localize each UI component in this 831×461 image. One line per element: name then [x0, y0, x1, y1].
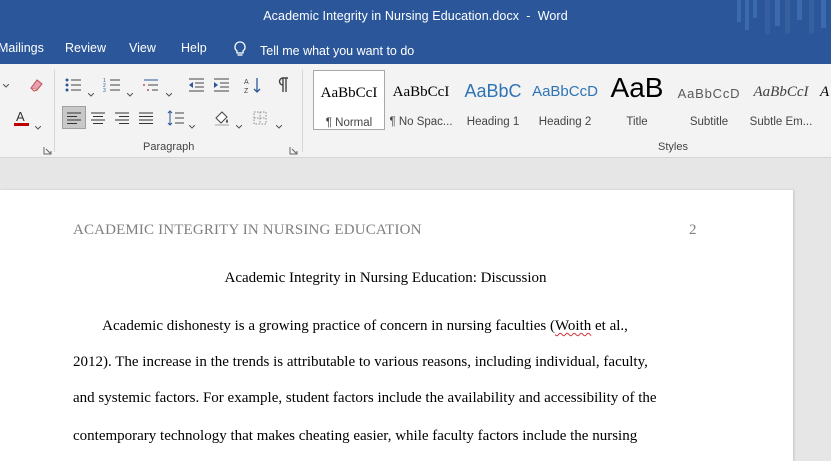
style-name: ¶ Normal	[325, 117, 373, 129]
numbering-caret[interactable]	[126, 84, 134, 97]
align-left-button[interactable]	[62, 106, 86, 129]
style-sample: AaBbCcD	[677, 86, 741, 101]
style-subtitle[interactable]: AaBbCcD Subtitle	[673, 70, 745, 130]
bullets-icon[interactable]	[63, 75, 83, 95]
bullets-caret[interactable]	[87, 84, 95, 97]
tab-review[interactable]: Review	[65, 41, 106, 55]
line-spacing-caret[interactable]	[188, 116, 196, 129]
style-emphasis[interactable]: A	[817, 70, 831, 130]
style-sample: AaB	[610, 72, 664, 103]
running-header: ACADEMIC INTEGRITY IN NURSING EDUCATION	[73, 222, 422, 238]
svg-text:Z: Z	[244, 88, 249, 94]
style-subtle-emphasis[interactable]: AaBbCcI Subtle Em...	[745, 70, 817, 130]
style-name: Subtitle	[689, 116, 729, 128]
borders-icon[interactable]	[250, 106, 270, 129]
style-name: Title	[626, 116, 648, 128]
style-sample: AaBbCcI	[320, 85, 378, 101]
shading-caret[interactable]	[235, 116, 243, 129]
shading-icon[interactable]	[212, 106, 232, 129]
body-line: Academic dishonesty is a growing practic…	[73, 318, 628, 334]
clear-formatting-icon[interactable]	[24, 74, 48, 96]
document-heading: Academic Integrity in Nursing Education:…	[224, 270, 547, 286]
body-line: contemporary technology that makes cheat…	[73, 428, 638, 444]
tab-mailings[interactable]: Mailings	[0, 41, 44, 55]
body-line: 2012). The increase in the trends is att…	[73, 354, 648, 370]
multilevel-list-icon[interactable]	[141, 75, 161, 95]
svg-text:A: A	[16, 109, 25, 124]
style-sample: AaBbC	[464, 81, 522, 101]
font-dialog-launcher-icon[interactable]	[43, 142, 52, 155]
font-color-icon[interactable]: A	[10, 106, 34, 130]
sort-icon[interactable]: AZ	[243, 75, 263, 95]
numbering-icon[interactable]: 123	[102, 75, 122, 95]
style-heading-1[interactable]: AaBbC Heading 1	[457, 70, 529, 130]
tab-help[interactable]: Help	[181, 41, 207, 55]
style-title[interactable]: AaB Title	[601, 70, 673, 130]
justify-button[interactable]	[136, 106, 156, 129]
line-spacing-icon[interactable]	[166, 106, 186, 129]
window-title: Academic Integrity in Nursing Education.…	[263, 9, 568, 23]
increase-indent-icon[interactable]	[211, 75, 231, 95]
lightbulb-icon	[232, 40, 248, 61]
font-size-dropdown-caret[interactable]	[0, 76, 12, 96]
style-sample: AaBbCcI	[753, 84, 809, 100]
svg-text:3: 3	[103, 88, 106, 93]
styles-gallery: AaBbCcI ¶ Normal AaBbCcI ¶ No Spac... Aa…	[312, 69, 831, 131]
font-color-caret[interactable]	[34, 117, 42, 130]
tell-me-label: Tell me what you want to do	[260, 43, 415, 58]
style-sample: AaBbCcI	[392, 84, 450, 100]
style-name: Subtle Em...	[749, 116, 813, 128]
style-name: Heading 1	[466, 116, 520, 128]
styles-group-label: Styles	[658, 141, 688, 153]
align-center-button[interactable]	[88, 106, 108, 129]
page-number: 2	[689, 222, 697, 238]
style-name: ¶ No Spac...	[389, 116, 453, 128]
borders-caret[interactable]	[275, 116, 283, 129]
paragraph-group-label: Paragraph	[143, 141, 195, 153]
paragraph-dialog-launcher-icon[interactable]	[289, 142, 298, 155]
spelling-error: Woith	[554, 318, 592, 334]
align-right-button[interactable]	[112, 106, 132, 129]
document-page[interactable]: ACADEMIC INTEGRITY IN NURSING EDUCATION …	[0, 190, 793, 461]
decrease-indent-icon[interactable]	[186, 75, 206, 95]
body-line: and systemic factors. For example, stude…	[73, 390, 657, 406]
multilevel-caret[interactable]	[165, 84, 173, 97]
style-no-spacing[interactable]: AaBbCcI ¶ No Spac...	[385, 70, 457, 130]
group-separator	[302, 70, 303, 152]
style-sample: A	[820, 84, 830, 100]
group-separator	[54, 70, 55, 152]
ribbon-tabs: Mailings Review View Help Tell me what y…	[0, 34, 831, 64]
style-normal[interactable]: AaBbCcI ¶ Normal	[313, 70, 385, 130]
style-name: Heading 2	[538, 116, 592, 128]
show-formatting-marks-icon[interactable]	[273, 75, 293, 95]
title-bar-decoration	[731, 0, 831, 34]
tab-view[interactable]: View	[129, 41, 156, 55]
style-heading-2[interactable]: AaBbCcD Heading 2	[529, 70, 601, 130]
ribbon: A 123 AZ Paragraph AaBbCcI ¶ Normal AaBb…	[0, 64, 831, 158]
title-bar: Academic Integrity in Nursing Education.…	[0, 0, 831, 34]
style-sample: AaBbCcD	[532, 83, 598, 100]
svg-text:A: A	[244, 79, 249, 86]
tell-me-box[interactable]: Tell me what you want to do	[232, 40, 414, 61]
